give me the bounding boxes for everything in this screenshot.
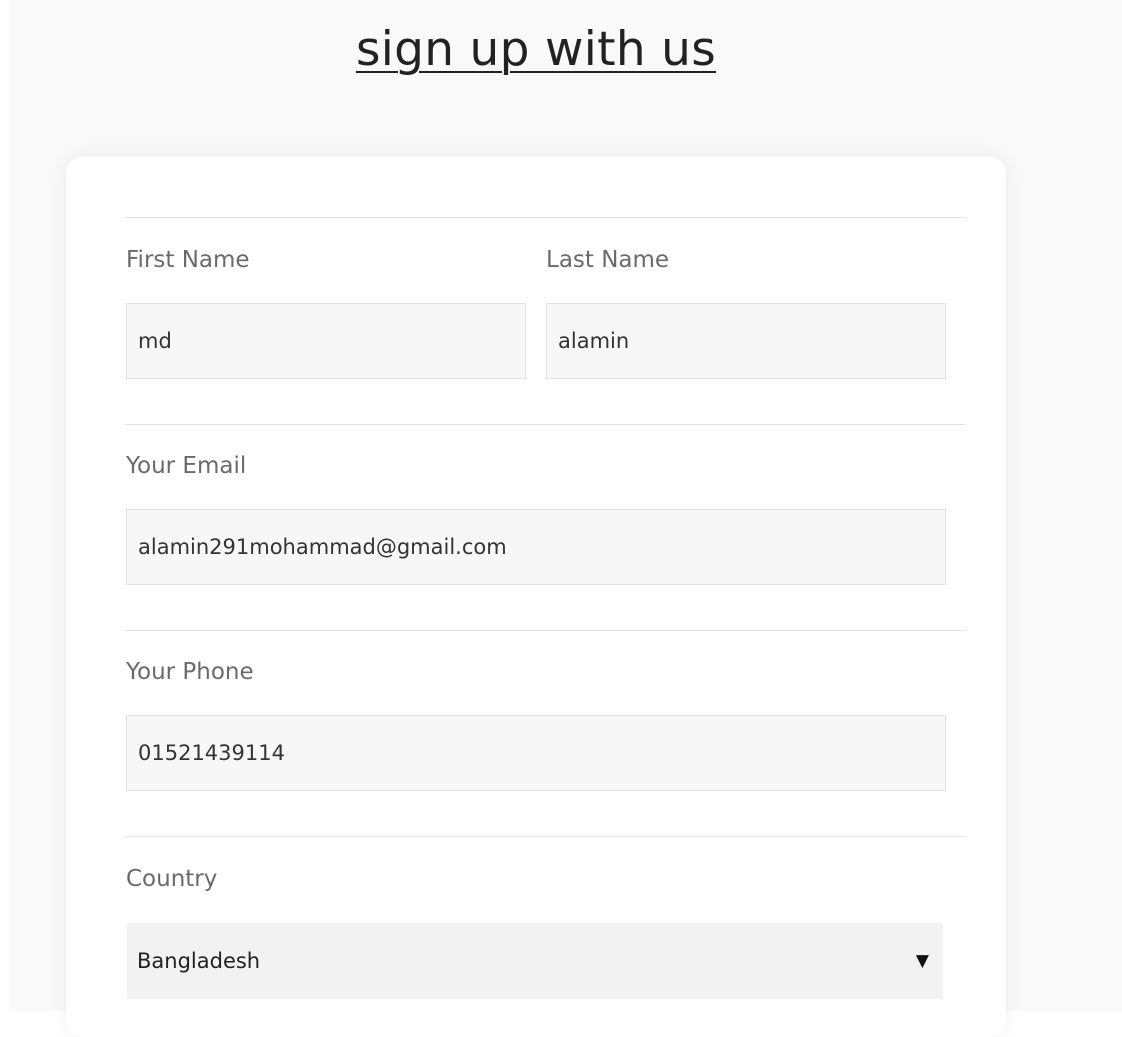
phone-label: Your Phone [126,659,254,685]
signup-form-card: First Name Last Name Your Email Your Pho… [66,157,1006,1037]
first-name-label: First Name [126,247,250,273]
divider [125,836,966,837]
first-name-input[interactable] [126,303,526,379]
last-name-label: Last Name [546,247,670,273]
dropdown-triangle-icon: ▼ [915,951,929,971]
phone-input[interactable] [126,715,946,791]
country-label: Country [126,866,218,892]
divider [125,630,966,631]
country-select-value: Bangladesh [137,949,261,973]
email-label: Your Email [126,453,247,479]
email-input[interactable] [126,509,946,585]
page-title: sign up with us [355,22,717,77]
last-name-input[interactable] [546,303,946,379]
divider [125,424,966,425]
country-select[interactable]: Bangladesh ▼ [127,923,943,999]
divider [125,217,966,218]
